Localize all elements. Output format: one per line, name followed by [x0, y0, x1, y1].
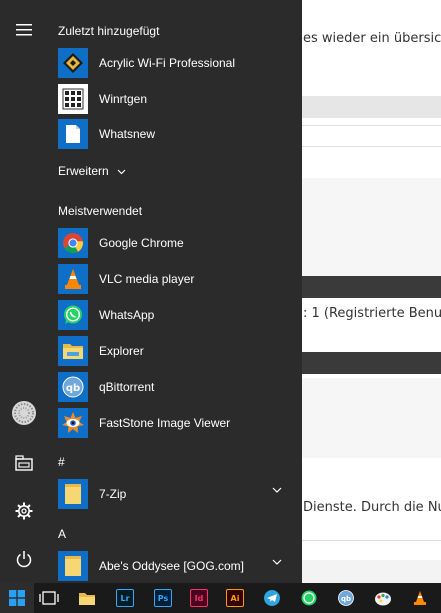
background-panel: [300, 560, 441, 583]
app-item-vlc[interactable]: VLC media player: [58, 262, 294, 296]
folder-icon: [58, 479, 88, 509]
whatsapp-icon: [58, 300, 88, 330]
power-icon[interactable]: [9, 544, 39, 574]
section-header-recent: Zuletzt hinzugefügt: [58, 24, 160, 38]
background-panel: [300, 378, 441, 458]
background-dark-bar: [300, 276, 441, 298]
app-item-explorer[interactable]: Explorer: [58, 334, 294, 368]
lightroom-label: Lr: [116, 589, 134, 607]
section-header-hash: #: [58, 455, 65, 469]
app-folder-7zip[interactable]: 7-Zip: [58, 477, 294, 511]
app-folder-abes-oddysee[interactable]: Abe's Oddysee [GOG.com]: [58, 549, 294, 583]
app-label: Whatsnew: [99, 127, 156, 141]
qbittorrent-icon: qb: [58, 372, 88, 402]
illustrator-icon[interactable]: Ai: [218, 583, 252, 613]
app-label: Google Chrome: [99, 236, 184, 250]
expand-button[interactable]: Erweitern: [58, 164, 126, 178]
background-divider: [300, 125, 441, 126]
app-item-google-chrome[interactable]: Google Chrome: [58, 226, 294, 260]
indesign-icon[interactable]: Id: [182, 583, 216, 613]
file-explorer-icon[interactable]: [70, 583, 104, 613]
start-menu-app-list: Zuletzt hinzugefügt Acrylic Wi-Fi Profes…: [48, 0, 302, 583]
app-label: FastStone Image Viewer: [99, 416, 231, 430]
app-item-qbittorrent[interactable]: qb qBittorrent: [58, 370, 294, 404]
app-label: WhatsApp: [99, 308, 155, 322]
app-item-winrtgen[interactable]: Winrtgen: [58, 82, 294, 116]
vlc-icon: [58, 264, 88, 294]
svg-text:qb: qb: [341, 595, 351, 603]
app-item-whatsapp[interactable]: WhatsApp: [58, 298, 294, 332]
photoshop-label: Ps: [154, 589, 172, 607]
chevron-down-icon[interactable]: [272, 559, 282, 566]
start-menu-rail: [0, 0, 48, 583]
app-label: Acrylic Wi-Fi Professional: [99, 56, 236, 70]
faststone-icon: [58, 408, 88, 438]
paint-icon[interactable]: [366, 583, 400, 613]
background-text-line: es wieder ein übersic: [303, 31, 441, 46]
app-item-acrylic-wifi[interactable]: Acrylic Wi-Fi Professional: [58, 46, 294, 80]
background-text-line: : 1 (Registrierte Benu: [303, 306, 441, 321]
chevron-down-icon[interactable]: [272, 487, 282, 494]
app-label: Explorer: [99, 344, 144, 358]
app-label: Abe's Oddysee [GOG.com]: [99, 559, 245, 573]
user-avatar[interactable]: [9, 398, 39, 428]
app-label: qBittorrent: [99, 380, 155, 394]
app-label: Winrtgen: [99, 92, 148, 106]
qbittorrent-icon[interactable]: qb: [329, 583, 363, 613]
svg-text:qb: qb: [66, 383, 80, 394]
background-panel: [300, 178, 441, 276]
hamburger-menu-icon[interactable]: [9, 15, 39, 45]
chrome-icon: [58, 228, 88, 258]
task-view-icon[interactable]: [32, 583, 66, 613]
section-header-a: A: [58, 527, 67, 541]
folder-icon: [58, 551, 88, 581]
documents-icon[interactable]: [9, 448, 39, 478]
folder-icon: [58, 336, 88, 366]
app-label: VLC media player: [99, 272, 195, 286]
background-dark-bar: [300, 352, 441, 374]
photoshop-icon[interactable]: Ps: [146, 583, 180, 613]
background-bar: [300, 96, 441, 118]
app-item-whatsnew[interactable]: Whatsnew: [58, 117, 294, 151]
telegram-icon[interactable]: [255, 583, 289, 613]
windows-start-icon[interactable]: [0, 583, 34, 613]
app-item-faststone[interactable]: FastStone Image Viewer: [58, 406, 294, 440]
background-divider: [300, 540, 441, 541]
indesign-label: Id: [190, 589, 208, 607]
illustrator-label: Ai: [226, 589, 244, 607]
chevron-down-icon: [117, 169, 126, 175]
acrylic-wifi-icon: [58, 48, 88, 78]
section-header-most-used: Meistverwendet: [58, 204, 143, 218]
vlc-icon[interactable]: [403, 583, 437, 613]
expand-label: Erweitern: [58, 164, 109, 178]
whatsapp-icon[interactable]: [292, 583, 326, 613]
document-icon: [58, 119, 88, 149]
background-divider: [300, 146, 441, 147]
background-text-line: Dienste. Durch die Nut: [303, 500, 441, 515]
taskbar: Lr Ps Id Ai qb: [0, 583, 441, 613]
app-label: 7-Zip: [99, 487, 127, 501]
lightroom-icon[interactable]: Lr: [108, 583, 142, 613]
winrtgen-icon: [58, 84, 88, 114]
settings-gear-icon[interactable]: [9, 496, 39, 526]
